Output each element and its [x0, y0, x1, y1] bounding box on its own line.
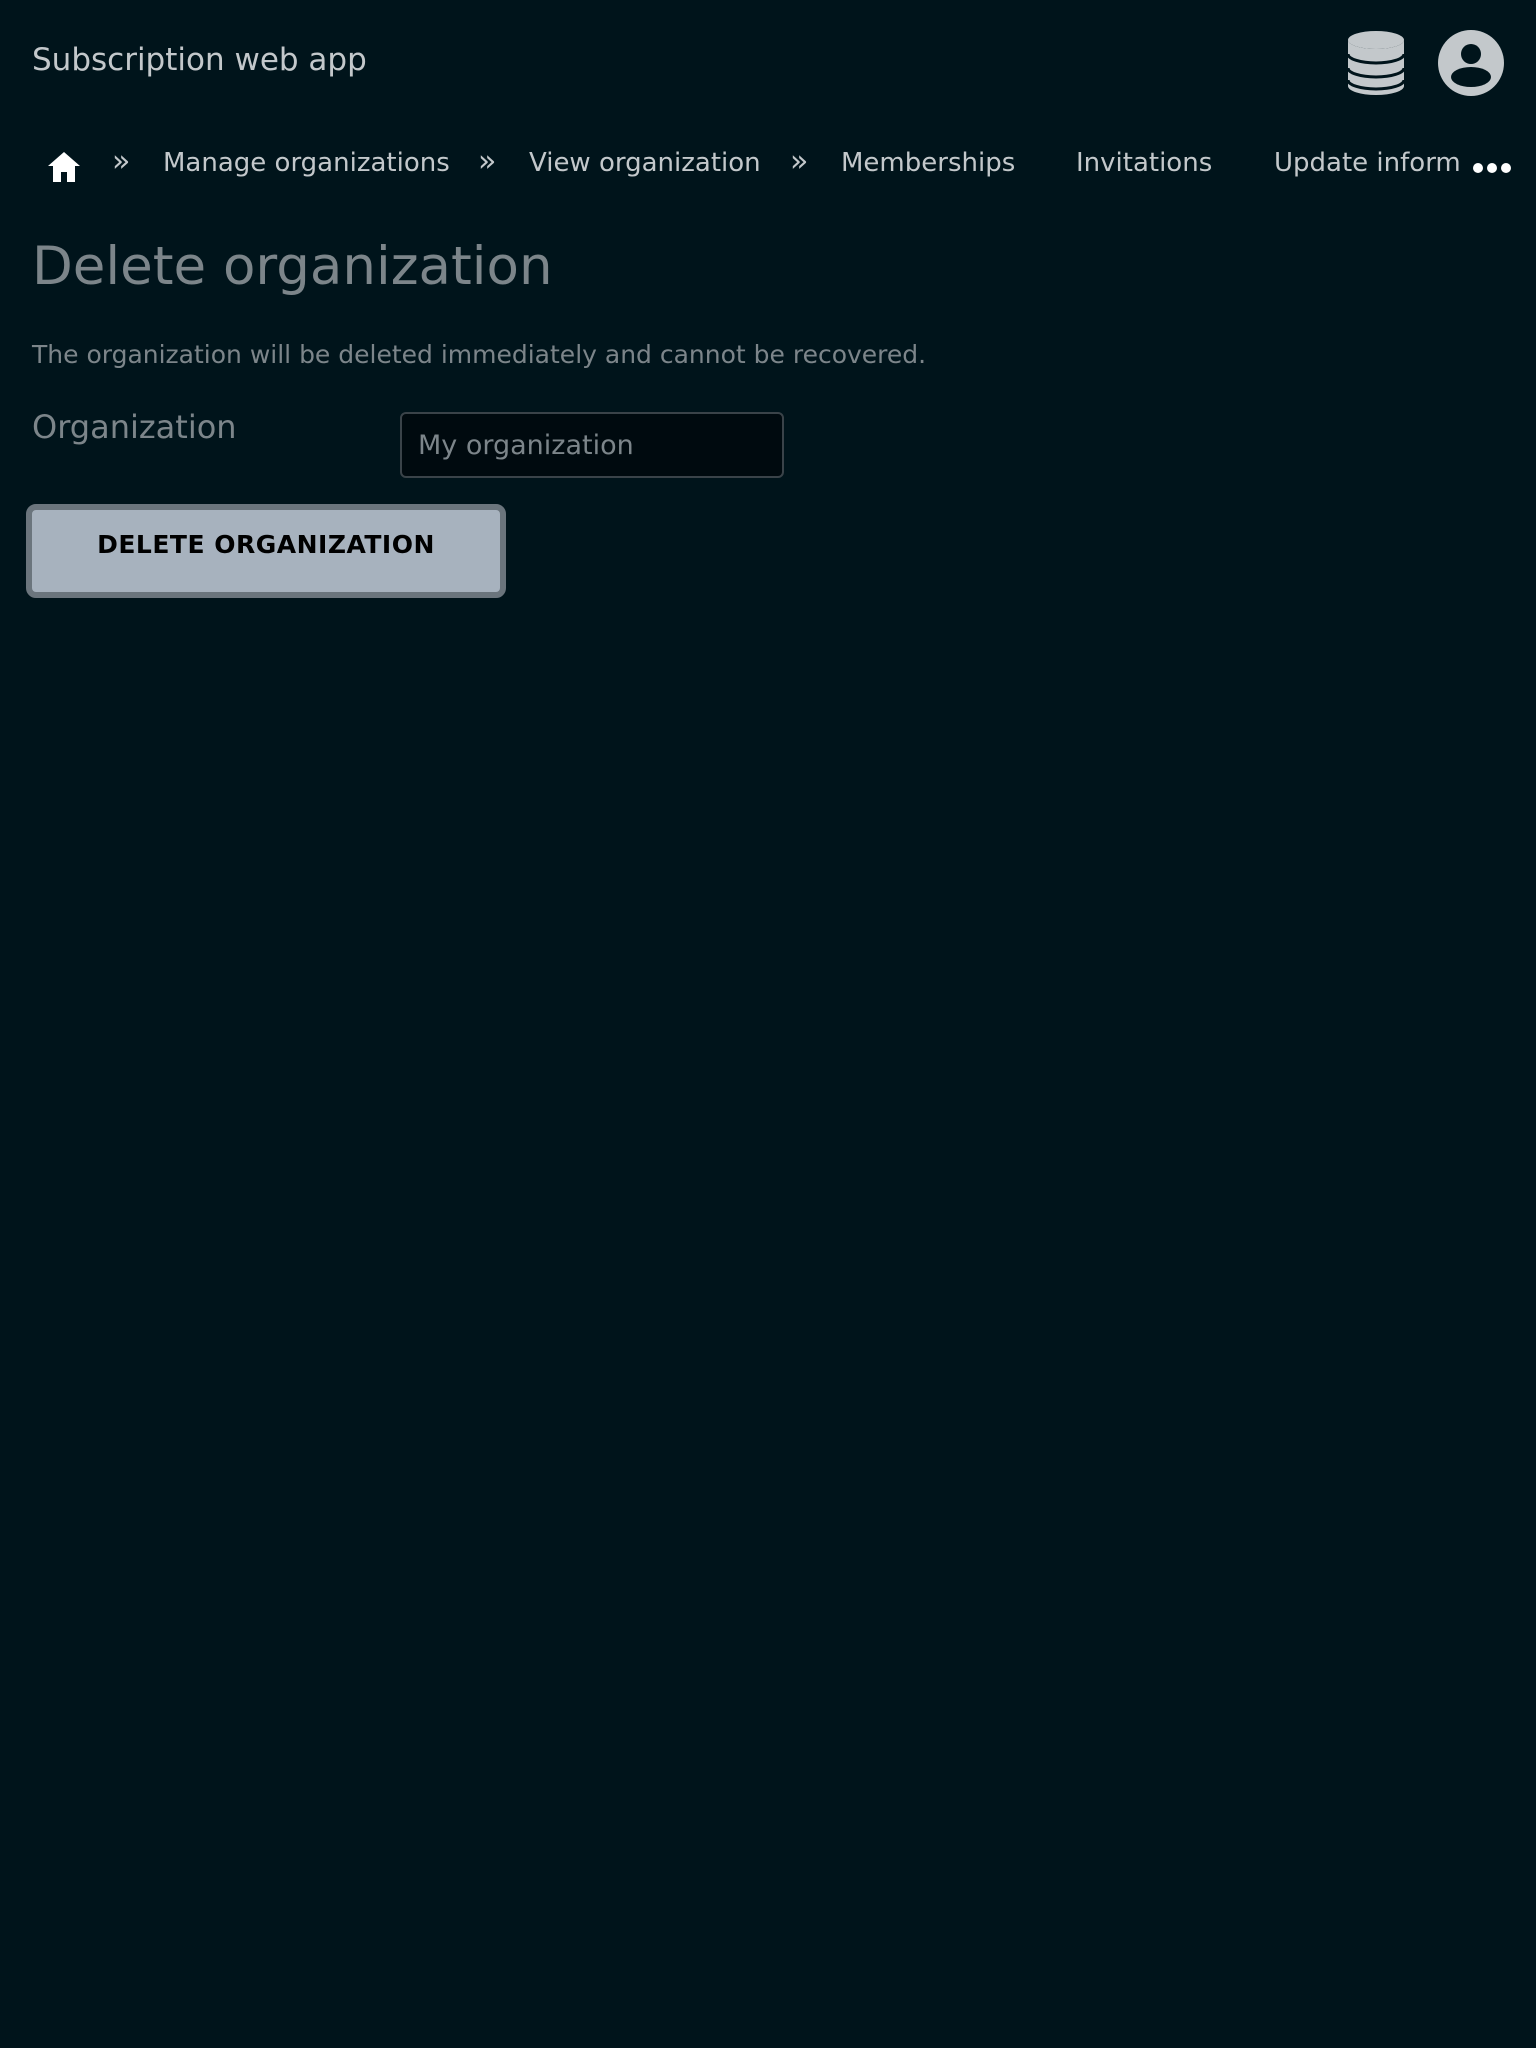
organization-input[interactable]: [400, 412, 784, 478]
home-icon[interactable]: [46, 150, 82, 184]
breadcrumb-separator: »: [478, 144, 497, 179]
nav-link-update-information-label: Update inform: [1274, 148, 1460, 178]
breadcrumb-view-organization[interactable]: View organization: [529, 148, 761, 178]
ellipsis-icon[interactable]: [1472, 162, 1512, 174]
nav-link-invitations[interactable]: Invitations: [1076, 148, 1212, 178]
page-title: Delete organization: [32, 236, 553, 297]
breadcrumb-separator: »: [112, 144, 131, 179]
app-title: Subscription web app: [32, 42, 367, 78]
user-account-icon[interactable]: [1438, 30, 1504, 96]
nav-link-memberships[interactable]: Memberships: [841, 148, 1015, 178]
breadcrumb-manage-organizations[interactable]: Manage organizations: [163, 148, 450, 178]
delete-organization-button[interactable]: DELETE ORGANIZATION: [26, 504, 506, 598]
organization-label: Organization: [32, 408, 237, 446]
breadcrumb-separator: »: [790, 144, 809, 179]
breadcrumb-nav: » Manage organizations » View organizati…: [0, 136, 1536, 192]
database-icon[interactable]: [1346, 30, 1406, 96]
nav-link-update-information[interactable]: Update inform: [1270, 144, 1460, 190]
warning-description: The organization will be deleted immedia…: [32, 340, 927, 369]
